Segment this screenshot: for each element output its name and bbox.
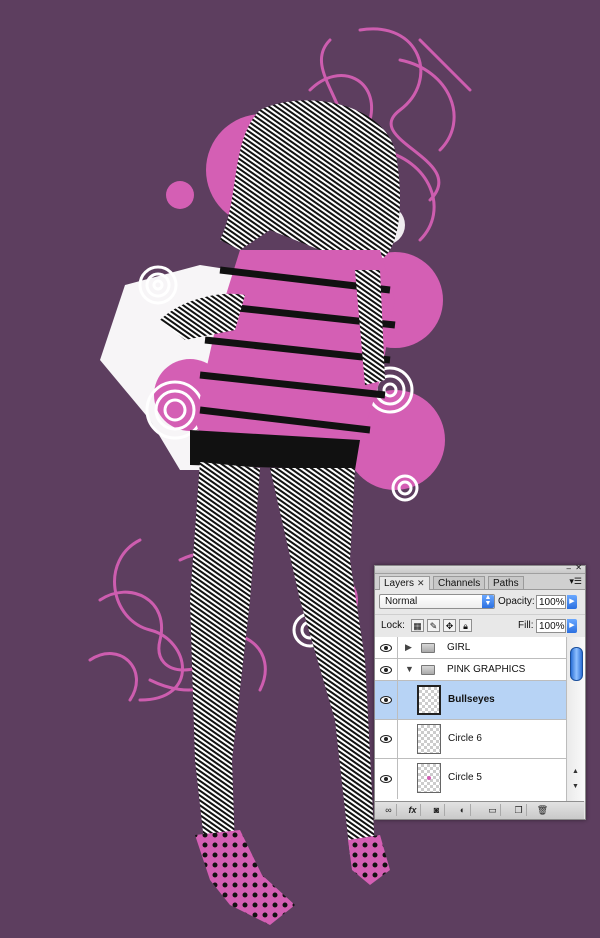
blend-mode-select[interactable]: Normal ▲ ▼	[379, 594, 495, 609]
layers-scrollbar[interactable]: ▲ ▼	[566, 637, 585, 801]
folder-icon	[421, 665, 435, 675]
visibility-eye-icon[interactable]	[375, 659, 398, 680]
lock-all-icon[interactable]: 🔒︎	[459, 619, 472, 632]
tab-paths[interactable]: Paths	[488, 576, 524, 589]
fx-icon[interactable]: fx	[405, 804, 421, 816]
layer-row-circle-5[interactable]: Circle 5	[375, 759, 566, 799]
visibility-eye-icon[interactable]	[375, 681, 398, 719]
close-icon[interactable]: ✕	[575, 564, 582, 572]
blend-mode-value: Normal	[385, 596, 418, 607]
layer-name: PINK GRAPHICS	[447, 664, 526, 675]
lock-fill-row: Lock: ▦ ✎ ✥ 🔒︎ Fill: 100% ▶	[375, 615, 585, 638]
layers-panel: – ✕ Layers ✕ Channels Paths ▾☰ Normal ▲ ▼ …	[374, 564, 586, 820]
lock-transparency-icon[interactable]: ▦	[411, 619, 424, 632]
fill-input[interactable]: 100%	[536, 619, 566, 633]
fill-label: Fill:	[518, 620, 534, 631]
layer-name: Bullseyes	[448, 694, 495, 705]
panel-titlebar[interactable]: – ✕	[375, 564, 585, 574]
layer-name: GIRL	[447, 642, 471, 653]
lock-move-icon[interactable]: ✥	[443, 619, 456, 632]
blend-mode-stepper-icon[interactable]: ▲ ▼	[482, 594, 494, 608]
layers-bottom-toolbar: ∞ fx ◙ ◐ ▭ ❐ 🗑︎	[375, 801, 584, 819]
thumbnail-dot	[427, 776, 431, 780]
folder-icon	[421, 643, 435, 653]
scroll-up-icon[interactable]: ▲	[572, 768, 579, 775]
tab-channels-label: Channels	[438, 578, 481, 589]
lock-brush-icon[interactable]: ✎	[427, 619, 440, 632]
expand-triangle-icon[interactable]: ▶	[405, 642, 412, 653]
layer-thumbnail	[417, 685, 441, 715]
layer-row-girl[interactable]: ▶ GIRL	[375, 637, 566, 659]
layers-list: ▶ GIRL ▼ PINK GRAPHICS Bullseyes Circle …	[375, 637, 566, 801]
layer-thumbnail	[417, 763, 441, 793]
visibility-eye-icon[interactable]	[375, 637, 398, 658]
layer-thumbnail	[417, 724, 441, 754]
mask-icon[interactable]: ◙	[429, 804, 445, 816]
layer-name: Circle 6	[448, 733, 482, 744]
lock-label: Lock:	[381, 620, 405, 631]
new-layer-icon[interactable]: ❐	[511, 804, 527, 816]
layer-row-bullseyes[interactable]: Bullseyes	[375, 681, 566, 720]
adjustment-icon[interactable]: ◐	[455, 804, 471, 816]
panel-tabs: Layers ✕ Channels Paths ▾☰	[375, 574, 585, 590]
scroll-down-icon[interactable]: ▼	[572, 783, 579, 790]
tab-close-icon[interactable]: ✕	[417, 578, 425, 588]
opacity-slider-arrow-icon[interactable]: ▶	[567, 595, 577, 609]
blend-opacity-row: Normal ▲ ▼ Opacity: 100% ▶	[375, 590, 585, 615]
tab-channels[interactable]: Channels	[433, 576, 486, 589]
visibility-eye-icon[interactable]	[375, 759, 398, 799]
trash-icon[interactable]: 🗑︎	[535, 804, 550, 816]
collapse-triangle-icon[interactable]: ▼	[405, 664, 414, 674]
tab-layers[interactable]: Layers ✕	[379, 576, 430, 590]
panel-menu-icon[interactable]: ▾☰	[569, 576, 582, 587]
minimize-icon[interactable]: –	[567, 565, 571, 573]
layer-name: Circle 5	[448, 772, 482, 783]
layer-row-circle-6[interactable]: Circle 6	[375, 720, 566, 759]
fill-slider-arrow-icon[interactable]: ▶	[567, 619, 577, 633]
visibility-eye-icon[interactable]	[375, 720, 398, 758]
opacity-input[interactable]: 100%	[536, 595, 566, 609]
tab-layers-label: Layers	[384, 578, 415, 589]
opacity-label: Opacity:	[498, 596, 535, 607]
link-icon[interactable]: ∞	[381, 804, 397, 816]
layer-row-pink-graphics[interactable]: ▼ PINK GRAPHICS	[375, 659, 566, 681]
folder-icon[interactable]: ▭	[485, 804, 501, 816]
scrollbar-thumb[interactable]	[570, 647, 583, 681]
tab-paths-label: Paths	[493, 578, 519, 589]
